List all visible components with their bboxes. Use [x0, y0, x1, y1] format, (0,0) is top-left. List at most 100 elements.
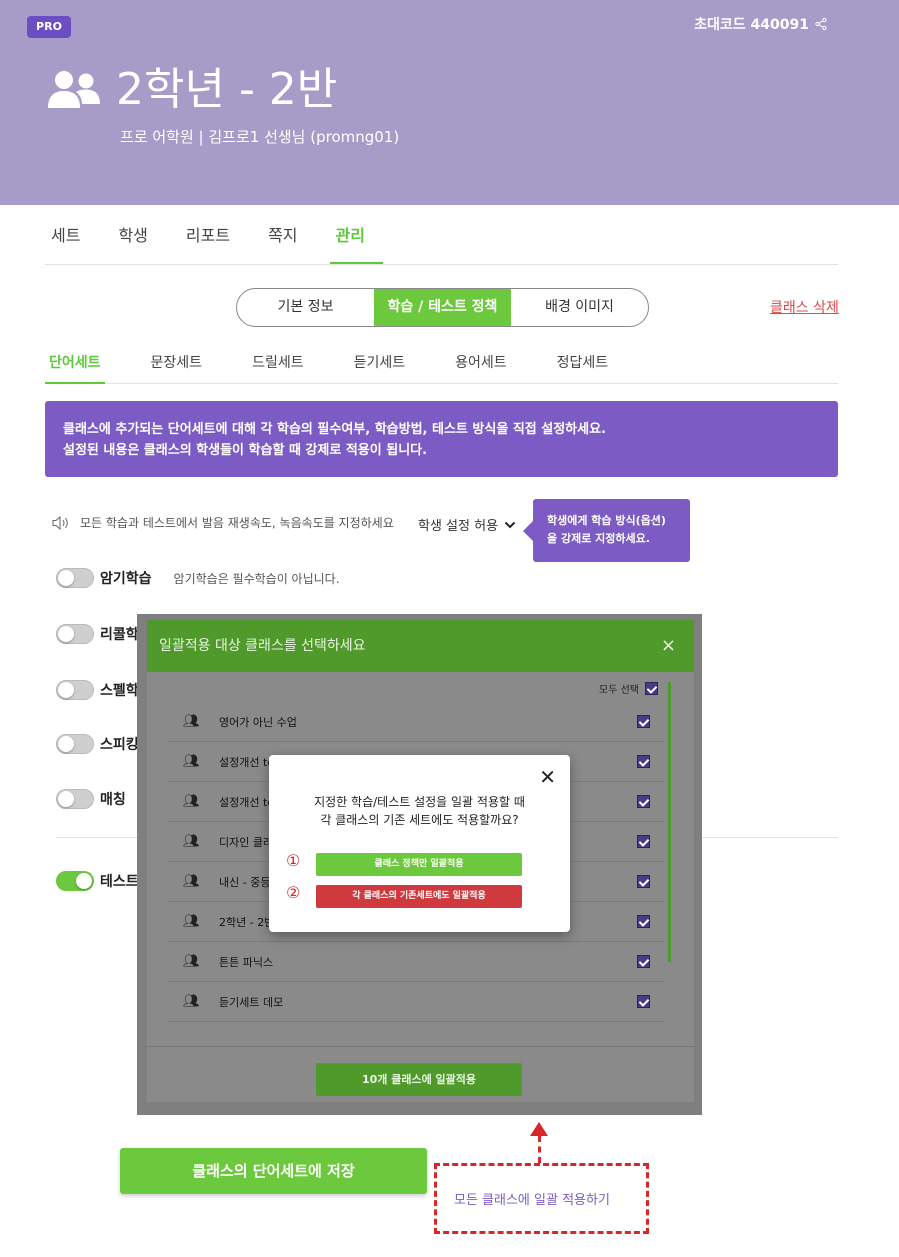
toggle-label: 테스트 [100, 874, 139, 890]
subtab-answer-set[interactable]: 정답세트 [553, 352, 613, 384]
annotation-arrow-head [530, 1122, 548, 1136]
learning-mode-tooltip: 학생에게 학습 방식(옵션) 을 강제로 지정하세요. [523, 499, 690, 562]
subtab-sentence-set[interactable]: 문장세트 [147, 352, 207, 384]
main-tabs: 세트 학생 리포트 쪽지 관리 [45, 222, 838, 265]
class-title-row: 2학년 - 2반 [46, 68, 337, 112]
toggle-row-spelling: 스펠학 [56, 680, 139, 700]
close-icon[interactable]: ✕ [539, 765, 556, 789]
close-icon[interactable]: × [661, 620, 676, 672]
people-icon: 👥︎ [183, 754, 200, 769]
class-name: 영어가 아닌 수업 [219, 715, 297, 729]
toggle-description: 암기학습은 필수학습이 아닙니다. [173, 571, 340, 586]
confirm-question-line-2: 각 클래스의 기존 세트에도 적용할까요? [320, 813, 519, 827]
modal-header: 일괄적용 대상 클래스를 선택하세요 × [147, 620, 694, 672]
confirm-dialog: ✕ 지정한 학습/테스트 설정을 일괄 적용할 때 각 클래스의 기존 세트에도… [269, 755, 570, 932]
segment-basic-info[interactable]: 기본 정보 [237, 289, 374, 326]
share-icon[interactable] [815, 18, 827, 30]
tab-sets[interactable]: 세트 [45, 222, 98, 264]
tab-report[interactable]: 리포트 [180, 222, 248, 264]
toggle-knob [76, 873, 92, 889]
toggle-test[interactable] [56, 871, 94, 891]
toggle-spelling[interactable] [56, 680, 94, 700]
subtab-listening-set[interactable]: 듣기세트 [350, 352, 410, 384]
apply-to-all-classes-link[interactable]: 모든 클래스에 일괄 적용하기 [454, 1189, 610, 1208]
subtab-drill-set[interactable]: 드릴세트 [248, 352, 308, 384]
class-checkbox[interactable] [637, 835, 650, 848]
speed-setting-row: 모든 학습과 테스트에서 발음 재생속도, 녹음속도를 지정하세요 [52, 514, 394, 531]
subtab-term-set[interactable]: 용어세트 [451, 352, 511, 384]
toggle-knob [58, 682, 74, 698]
subtab-word-set[interactable]: 단어세트 [45, 352, 105, 384]
modal-title: 일괄적용 대상 클래스를 선택하세요 [159, 638, 366, 654]
class-checkbox[interactable] [637, 875, 650, 888]
toggle-knob [58, 791, 74, 807]
save-to-word-sets-button[interactable]: 클래스의 단어세트에 저장 [120, 1148, 427, 1194]
class-list-item[interactable]: 👥︎ 듣기세트 데모 [167, 982, 664, 1022]
toggle-label: 암기학습 [100, 571, 152, 587]
bulk-apply-button[interactable]: 10개 클래스에 일괄적용 [316, 1063, 522, 1096]
people-icon: 👥︎ [183, 834, 200, 849]
apply-to-existing-sets-button[interactable]: 각 클래스의 기존세트에도 일괄적용 [316, 885, 522, 908]
tooltip-line-2: 을 강제로 지정하세요. [547, 532, 650, 545]
toggle-row-memorize: 암기학습 암기학습은 필수학습이 아닙니다. [56, 568, 340, 588]
toggle-row-test: 테스트 [56, 871, 139, 891]
modal-footer-divider [147, 1046, 694, 1047]
class-name: 튼튼 파닉스 [219, 955, 274, 969]
policy-notice: 클래스에 추가되는 단어세트에 대해 각 학습의 필수여부, 학습방법, 테스트… [45, 401, 838, 477]
settings-segmented-control: 기본 정보 학습 / 테스트 정책 배경 이미지 [236, 288, 649, 327]
toggle-knob [58, 626, 74, 642]
class-checkbox[interactable] [637, 715, 650, 728]
chevron-down-icon [504, 521, 516, 528]
toggle-knob [58, 570, 74, 586]
tab-manage[interactable]: 관리 [329, 222, 383, 264]
class-subtitle: 프로 어학원 | 김프로1 선생님 (promng01) [120, 128, 400, 146]
set-type-tabs: 단어세트 문장세트 드릴세트 듣기세트 용어세트 정답세트 [45, 352, 838, 384]
toggle-knob [58, 736, 74, 752]
invite-code-text: 초대코드 440091 [694, 17, 809, 33]
speaker-icon [52, 515, 68, 530]
apply-policy-only-button[interactable]: 클래스 정책만 일괄적용 [316, 853, 522, 876]
select-all[interactable]: 모두 선택 [599, 681, 658, 696]
people-icon: 👥︎ [183, 954, 200, 969]
class-checkbox[interactable] [637, 795, 650, 808]
invite-code[interactable]: 초대코드 440091 [694, 14, 827, 34]
tab-messages[interactable]: 쪽지 [262, 222, 315, 264]
toggle-speaking[interactable] [56, 734, 94, 754]
option-number-2: ② [286, 883, 301, 902]
class-checkbox[interactable] [637, 755, 650, 768]
people-icon: 👥︎ [183, 994, 200, 1009]
student-setting-label: 학생 설정 허용 [418, 519, 499, 534]
class-name: 듣기세트 데모 [219, 995, 284, 1009]
people-icon: 👥︎ [183, 794, 200, 809]
tab-students[interactable]: 학생 [112, 222, 165, 264]
select-all-checkbox[interactable] [645, 682, 658, 695]
student-setting-dropdown[interactable]: 학생 설정 허용 [418, 515, 516, 534]
people-icon: 👥︎ [183, 714, 200, 729]
pro-badge: PRO [27, 16, 71, 38]
class-checkbox[interactable] [637, 955, 650, 968]
class-list-item[interactable]: 👥︎ 영어가 아닌 수업 [167, 702, 664, 742]
notice-line-2: 설정된 내용은 클래스의 학생들이 학습할 때 강제로 적용이 됩니다. [63, 443, 428, 458]
toggle-memorize[interactable] [56, 568, 94, 588]
toggle-label: 매칭 [100, 792, 126, 808]
people-icon: 👥︎ [183, 874, 200, 889]
notice-line-1: 클래스에 추가되는 단어세트에 대해 각 학습의 필수여부, 학습방법, 테스트… [63, 422, 607, 437]
annotation-arrow-shaft [538, 1136, 541, 1163]
segment-learning-test-policy[interactable]: 학습 / 테스트 정책 [374, 289, 511, 326]
confirm-question-line-1: 지정한 학습/테스트 설정을 일괄 적용할 때 [314, 795, 525, 809]
class-checkbox[interactable] [637, 915, 650, 928]
toggle-recall[interactable] [56, 624, 94, 644]
toggle-row-recall: 리콜학 [56, 624, 139, 644]
tooltip-line-1: 학생에게 학습 방식(옵션) [547, 514, 666, 527]
toggle-matching[interactable] [56, 789, 94, 809]
modal-scrollbar[interactable] [668, 682, 671, 962]
class-title: 2학년 - 2반 [116, 64, 338, 115]
class-checkbox[interactable] [637, 995, 650, 1008]
toggle-label: 스피킹 [100, 737, 139, 753]
toggle-row-matching: 매칭 [56, 789, 126, 809]
speed-setting-text: 모든 학습과 테스트에서 발음 재생속도, 녹음속도를 지정하세요 [80, 516, 394, 530]
people-icon: 👥︎ [183, 914, 200, 929]
delete-class-link[interactable]: 클래스 삭제 [770, 297, 839, 317]
segment-background-image[interactable]: 배경 이미지 [511, 289, 648, 326]
class-list-item[interactable]: 👥︎ 튼튼 파닉스 [167, 942, 664, 982]
